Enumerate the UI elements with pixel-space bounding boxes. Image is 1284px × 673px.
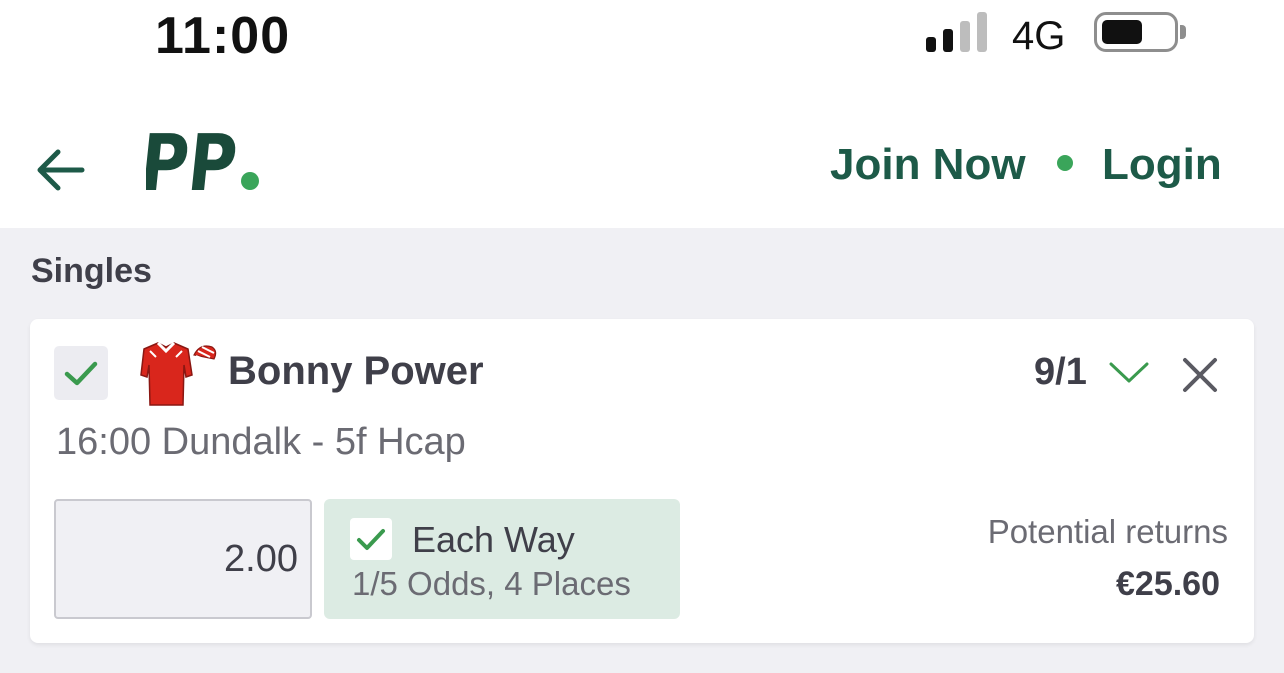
check-icon	[64, 361, 98, 386]
selection-checkbox[interactable]	[54, 346, 108, 400]
section-title-singles: Singles	[31, 252, 152, 290]
odds-dropdown-button[interactable]	[1108, 359, 1150, 385]
join-now-link[interactable]: Join Now	[830, 140, 1026, 190]
check-icon	[357, 529, 385, 550]
remove-selection-button[interactable]	[1180, 355, 1220, 395]
runner-name: Bonny Power	[228, 349, 484, 393]
arrow-left-icon	[37, 149, 85, 191]
separator-dot	[1057, 155, 1073, 171]
login-link[interactable]: Login	[1102, 140, 1222, 190]
signal-bar	[926, 37, 936, 52]
app-header: PP Join Now Login	[0, 90, 1284, 228]
status-time: 11:00	[155, 7, 291, 65]
each-way-checkbox[interactable]	[350, 518, 392, 560]
jockey-silks-icon	[130, 339, 220, 413]
potential-returns-value: €25.60	[1116, 565, 1220, 603]
each-way-terms: 1/5 Odds, 4 Places	[352, 565, 631, 602]
logo-lettering: PP	[146, 118, 241, 208]
potential-returns-label: Potential returns	[987, 513, 1228, 550]
close-icon	[1183, 358, 1217, 392]
bet-selection-card: Bonny Power 9/1 16:00 Dundalk - 5f Hcap …	[30, 319, 1254, 643]
stake-input[interactable]: 2.00	[54, 499, 312, 619]
odds-value[interactable]: 9/1	[1034, 351, 1087, 394]
back-button[interactable]	[32, 142, 88, 198]
network-type: 4G	[1012, 14, 1066, 58]
status-bar: 11:00 4G	[0, 0, 1284, 90]
signal-bar	[943, 29, 953, 52]
signal-bar	[977, 12, 987, 52]
each-way-toggle[interactable]: Each Way 1/5 Odds, 4 Places	[324, 499, 680, 619]
battery-icon	[1094, 12, 1178, 52]
battery-level	[1102, 20, 1142, 44]
chevron-down-icon	[1109, 362, 1149, 383]
battery-tip	[1180, 25, 1186, 39]
each-way-label: Each Way	[412, 519, 575, 560]
race-details: 16:00 Dundalk - 5f Hcap	[56, 421, 466, 463]
paddy-power-logo[interactable]: PP	[136, 112, 270, 209]
signal-bar	[960, 21, 970, 52]
signal-strength-icon	[926, 12, 992, 52]
